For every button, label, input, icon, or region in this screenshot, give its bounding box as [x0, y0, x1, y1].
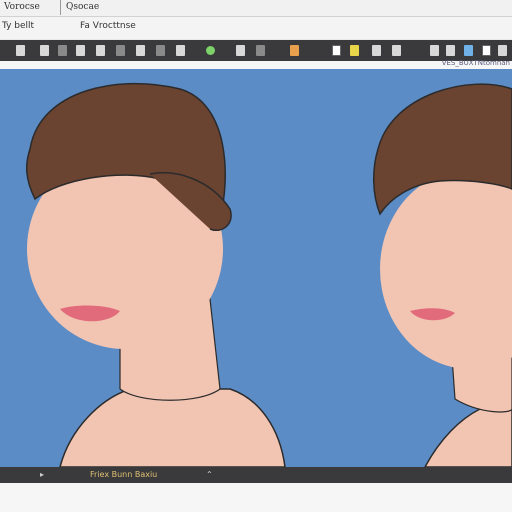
timeline-bar: ▸ Friex Bunn Baxiu ⌃ [0, 467, 512, 483]
options-bar: VES_BUXTNtomnan [0, 59, 512, 69]
bottom-label: Friex Bunn Baxiu [90, 470, 158, 479]
file-icon[interactable] [16, 45, 25, 56]
play-icon[interactable]: ▸ [40, 470, 44, 479]
folder-icon[interactable] [40, 45, 49, 56]
layers-panel-icon[interactable] [464, 45, 473, 56]
close-icon[interactable] [482, 45, 491, 56]
tool-bar [0, 40, 512, 61]
drawing-canvas[interactable] [0, 69, 512, 467]
move-icon[interactable] [256, 45, 265, 56]
title-bar: Vorocse Qsocae [0, 0, 512, 17]
undo-icon[interactable] [76, 45, 85, 56]
crop-icon[interactable] [392, 45, 401, 56]
menu-item-2[interactable]: Fa Vrocttnse [80, 21, 136, 31]
pen-icon[interactable] [136, 45, 145, 56]
color-icon[interactable] [206, 46, 215, 55]
tab-divider [60, 0, 61, 15]
status-bar [0, 483, 512, 512]
right-face [380, 169, 512, 369]
settings-icon[interactable] [498, 45, 507, 56]
portrait-right [372, 83, 512, 467]
eraser-icon[interactable] [156, 45, 165, 56]
right-shoulders [424, 408, 512, 467]
menu-bar: Ty bellt Fa Vrocttnse [0, 17, 512, 39]
grid-icon[interactable] [430, 45, 439, 56]
chevron-up-icon[interactable]: ⌃ [206, 470, 213, 479]
tab-document-1[interactable]: Vorocse [4, 0, 40, 16]
text-icon[interactable] [332, 45, 341, 56]
image-icon[interactable] [446, 45, 455, 56]
save-icon[interactable] [58, 45, 67, 56]
redo-icon[interactable] [96, 45, 105, 56]
tab-document-2[interactable]: Qsocae [66, 0, 99, 16]
menu-item-1[interactable]: Ty bellt [2, 21, 34, 31]
artwork [25, 82, 512, 467]
fill-icon[interactable] [350, 45, 359, 56]
zoom-icon[interactable] [290, 45, 299, 56]
brush-icon[interactable] [116, 45, 125, 56]
layer-icon[interactable] [236, 45, 245, 56]
select-icon[interactable] [176, 45, 185, 56]
options-text: VES_BUXTNtomnan [441, 59, 510, 67]
shape-icon[interactable] [372, 45, 381, 56]
portrait-left [25, 82, 286, 467]
